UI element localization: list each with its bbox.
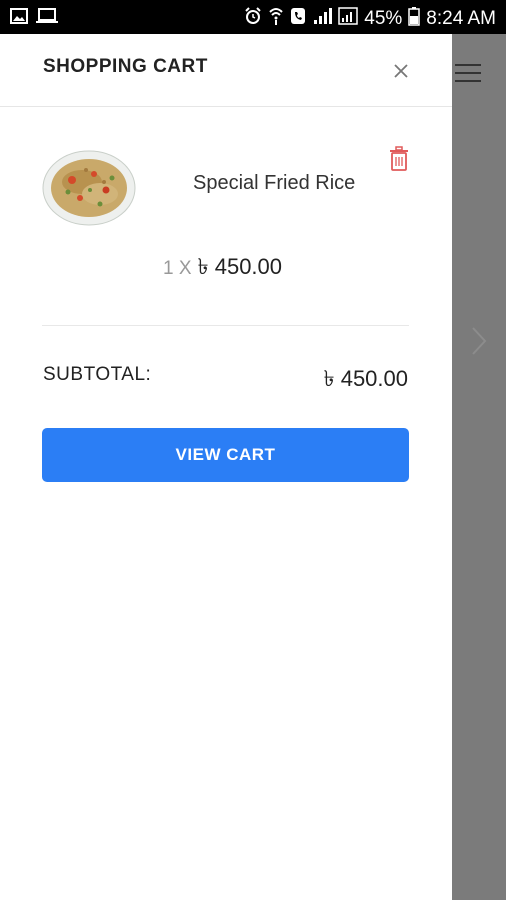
laptop-notification-icon <box>36 8 58 29</box>
shopping-cart-drawer: SHOPPING CART Special Fried Rice 1 X ৳ 4… <box>0 34 452 900</box>
background-page <box>452 34 506 900</box>
trash-icon <box>390 146 408 171</box>
item-name: Special Fried Rice <box>193 172 356 194</box>
status-bar: 45% 8:24 AM <box>0 0 506 34</box>
phone-icon <box>290 7 306 31</box>
hamburger-menu-icon[interactable] <box>455 64 481 84</box>
subtotal-value: ৳ 450.00 <box>323 366 408 391</box>
chevron-right-icon[interactable] <box>470 326 488 361</box>
battery-percent: 45% <box>364 8 403 29</box>
close-button[interactable] <box>388 58 414 84</box>
item-price-row: 1 X ৳ 450.00 <box>163 250 282 287</box>
view-cart-button[interactable]: VIEW CART <box>42 428 409 482</box>
image-notification-icon <box>10 8 28 29</box>
battery-icon <box>408 6 421 32</box>
drawer-header: SHOPPING CART <box>0 34 452 107</box>
signal-box-icon <box>338 7 358 31</box>
item-price: ৳ 450.00 <box>197 254 283 279</box>
close-icon <box>394 64 408 78</box>
alarm-icon <box>244 7 262 31</box>
signal-icon <box>312 7 333 31</box>
divider <box>42 325 409 326</box>
subtotal-label: SUBTOTAL: <box>43 364 152 385</box>
fried-rice-image <box>42 150 136 226</box>
status-bar-left <box>10 8 58 29</box>
cart-item: Special Fried Rice 1 X ৳ 450.00 <box>0 142 452 292</box>
item-quantity: 1 X <box>163 258 192 279</box>
wifi-call-icon <box>268 6 284 32</box>
status-bar-right: 45% 8:24 AM <box>244 6 496 32</box>
drawer-title: SHOPPING CART <box>43 56 208 77</box>
delete-item-button[interactable] <box>387 146 411 172</box>
clock-time: 8:24 AM <box>426 8 496 29</box>
